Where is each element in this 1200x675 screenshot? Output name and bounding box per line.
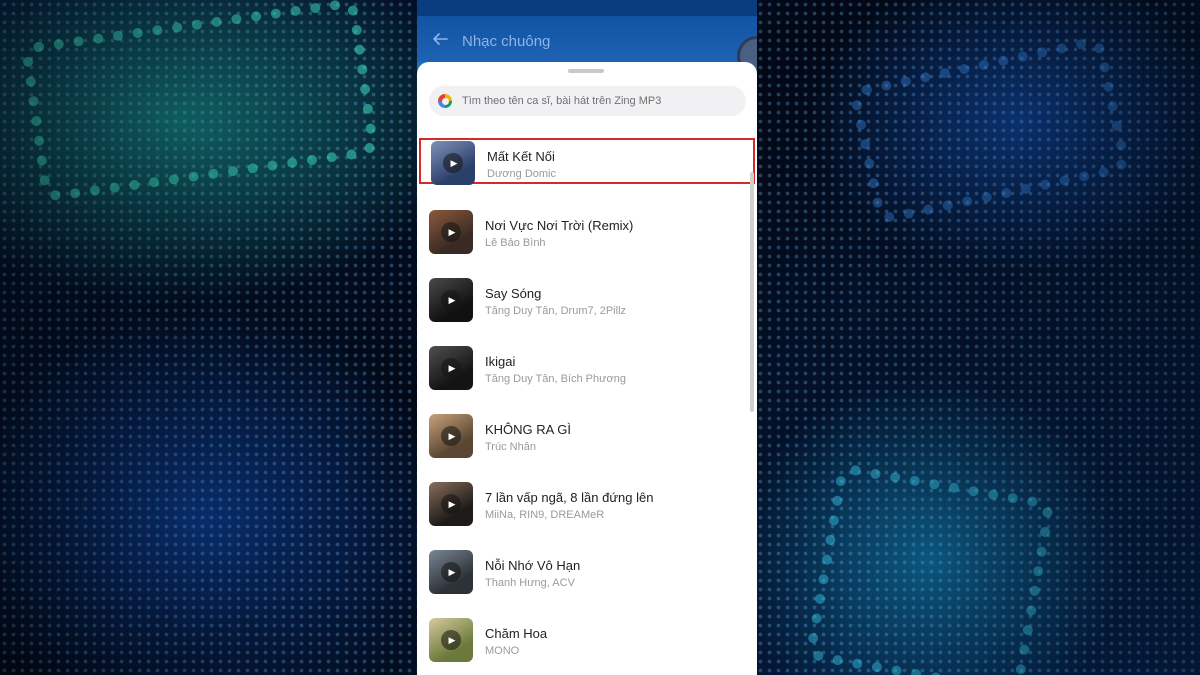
song-row[interactable]: ▶ Chăm Hoa MONO bbox=[417, 615, 757, 675]
play-icon[interactable]: ▶ bbox=[441, 290, 461, 310]
drag-handle[interactable] bbox=[568, 69, 604, 73]
phone-screen: Nhạc chuông Tìm theo tên ca sĩ, bài hát … bbox=[417, 0, 757, 675]
song-title: Ikigai bbox=[485, 354, 516, 369]
song-row[interactable]: ▶ Nơi Vực Nơi Trời (Remix) Lê Bảo Bình bbox=[417, 207, 757, 275]
album-thumbnail[interactable]: ▶ bbox=[429, 618, 473, 662]
scrollbar[interactable] bbox=[750, 172, 754, 412]
song-title: Nơi Vực Nơi Trời (Remix) bbox=[485, 218, 634, 233]
song-title: Say Sóng bbox=[485, 286, 542, 301]
song-row[interactable]: ▶ Nỗi Nhớ Vô Hạn Thanh Hưng, ACV bbox=[417, 547, 757, 615]
song-title: Mất Kết Nối bbox=[487, 149, 555, 164]
back-button[interactable] bbox=[429, 30, 451, 52]
album-thumbnail[interactable]: ▶ bbox=[429, 482, 473, 526]
song-artist: Trúc Nhân bbox=[485, 441, 536, 453]
album-thumbnail[interactable]: ▶ bbox=[429, 210, 473, 254]
song-title: KHÔNG RA GÌ bbox=[485, 422, 571, 437]
play-icon[interactable]: ▶ bbox=[441, 426, 461, 446]
search-placeholder[interactable]: Tìm theo tên ca sĩ, bài hát trên Zing MP… bbox=[462, 95, 661, 107]
song-artist: Tăng Duy Tân, Drum7, 2Pillz bbox=[485, 305, 627, 317]
song-row[interactable]: ▶ Ikigai Tăng Duy Tân, Bích Phương bbox=[417, 343, 757, 411]
song-row[interactable]: ▶ Say Sóng Tăng Duy Tân, Drum7, 2Pillz bbox=[417, 275, 757, 343]
play-icon[interactable]: ▶ bbox=[441, 630, 461, 650]
song-row[interactable]: ▶ KHÔNG RA GÌ Trúc Nhân bbox=[417, 411, 757, 479]
arrow-left-icon bbox=[433, 33, 448, 45]
search-bar[interactable]: Tìm theo tên ca sĩ, bài hát trên Zing MP… bbox=[429, 86, 746, 116]
play-icon[interactable]: ▶ bbox=[441, 494, 461, 514]
song-title: 7 lần vấp ngã, 8 lần đứng lên bbox=[485, 490, 654, 505]
album-thumbnail[interactable]: ▶ bbox=[429, 550, 473, 594]
song-artist: MiiNa, RIN9, DREAMeR bbox=[485, 509, 605, 521]
song-title: Chăm Hoa bbox=[485, 626, 548, 641]
song-artist: Dương Domic bbox=[487, 168, 556, 180]
song-row[interactable]: ▶ Mất Kết Nối Dương Domic bbox=[419, 138, 755, 185]
play-icon[interactable]: ▶ bbox=[441, 358, 461, 378]
album-thumbnail[interactable]: ▶ bbox=[431, 141, 475, 185]
song-artist: Lê Bảo Bình bbox=[485, 237, 546, 249]
song-row[interactable]: ▶ 7 lần vấp ngã, 8 lần đứng lên MiiNa, RIN… bbox=[417, 479, 757, 547]
song-artist: MONO bbox=[485, 645, 520, 657]
ringtone-sheet: Tìm theo tên ca sĩ, bài hát trên Zing MP… bbox=[417, 62, 757, 675]
page-title: Nhạc chuông bbox=[462, 33, 551, 50]
play-icon[interactable]: ▶ bbox=[441, 222, 461, 242]
album-thumbnail[interactable]: ▶ bbox=[429, 346, 473, 390]
zing-mp3-logo-icon bbox=[438, 94, 452, 108]
song-title: Nỗi Nhớ Vô Hạn bbox=[485, 558, 581, 573]
play-icon[interactable]: ▶ bbox=[443, 153, 463, 173]
album-thumbnail[interactable]: ▶ bbox=[429, 414, 473, 458]
album-thumbnail[interactable]: ▶ bbox=[429, 278, 473, 322]
app-bar: Nhạc chuông bbox=[417, 0, 757, 62]
song-artist: Thanh Hưng, ACV bbox=[485, 577, 575, 589]
status-bar bbox=[417, 0, 757, 16]
play-icon[interactable]: ▶ bbox=[441, 562, 461, 582]
song-artist: Tăng Duy Tân, Bích Phương bbox=[485, 373, 626, 385]
